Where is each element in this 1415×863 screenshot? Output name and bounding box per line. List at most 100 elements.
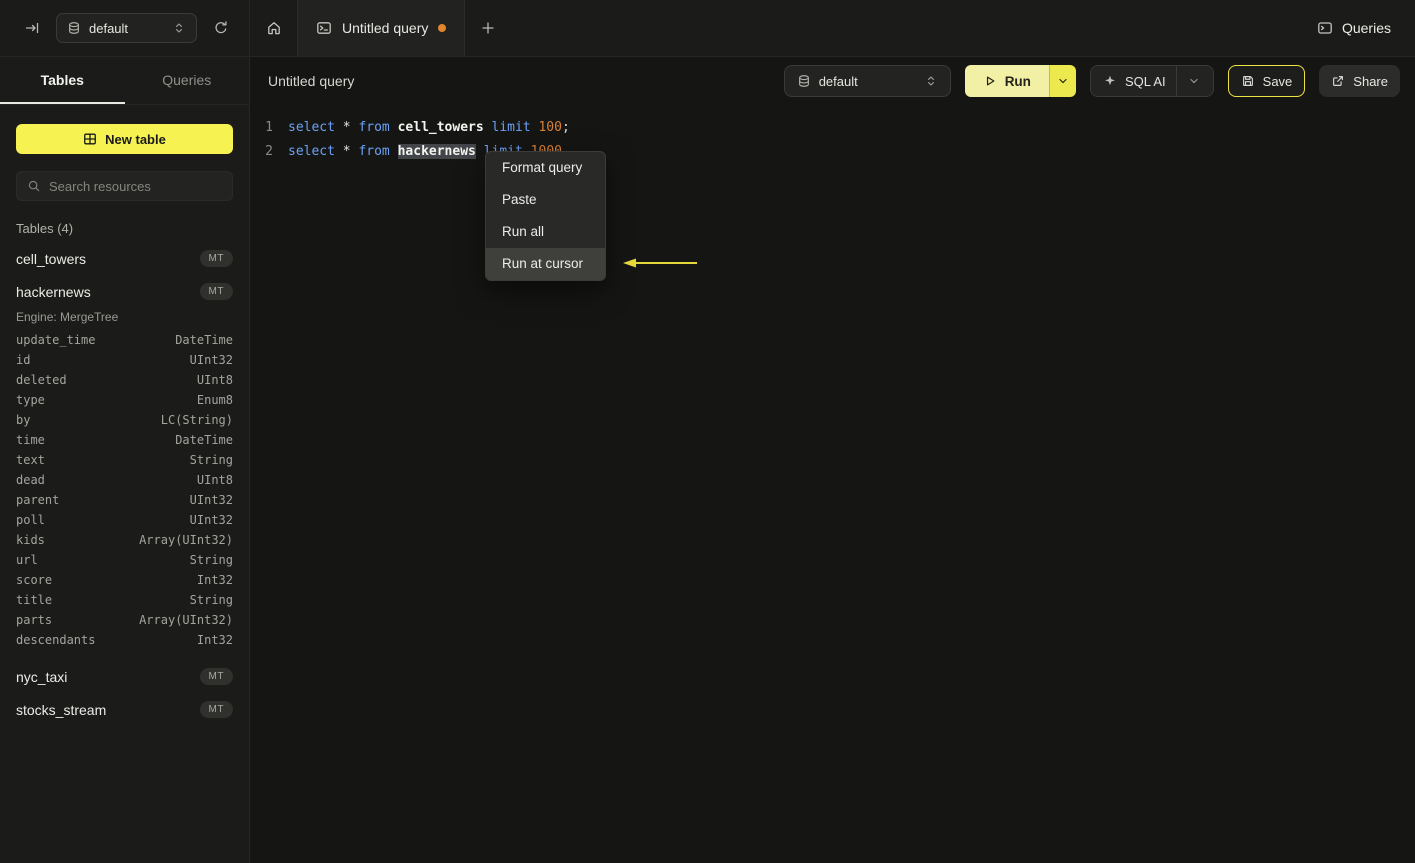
save-button-label: Save	[1262, 73, 1293, 89]
menu-item-format-query[interactable]: Format query	[486, 152, 605, 184]
column-row: by LC(String)	[16, 410, 233, 430]
menu-item-paste[interactable]: Paste	[486, 184, 605, 216]
unsaved-changes-dot	[438, 24, 447, 32]
tables-section-title: Tables (4)	[16, 221, 74, 236]
column-row: parent UInt32	[16, 490, 233, 510]
toolbar-database-selector[interactable]: default	[783, 65, 951, 97]
tab-label: Untitled query	[342, 20, 429, 36]
context-menu: Format query Paste Run all Run at cursor	[485, 151, 606, 281]
save-button[interactable]: Save	[1227, 65, 1306, 97]
column-name: parent	[16, 493, 60, 507]
sidebar-tabs: Tables Queries	[0, 57, 249, 105]
home-button[interactable]	[260, 14, 288, 42]
refresh-button[interactable]	[207, 14, 235, 42]
code-token: *	[342, 120, 351, 135]
column-type: Int32	[196, 633, 233, 647]
column-type: LC(String)	[160, 413, 233, 427]
column-row: parts Array(UInt32)	[16, 610, 233, 630]
save-icon	[1241, 74, 1255, 88]
queries-icon	[1317, 20, 1333, 36]
button-divider	[1175, 66, 1177, 96]
run-button-label: Run	[1004, 73, 1031, 89]
main-panel: Untitled query default Run SQL AI Save S…	[250, 57, 1415, 863]
menu-item-run-at-cursor[interactable]: Run at cursor	[486, 248, 605, 280]
queries-button-label: Queries	[1341, 20, 1391, 36]
sparkle-icon	[1103, 74, 1117, 88]
column-row: time DateTime	[16, 430, 233, 450]
code-token: select	[288, 144, 335, 159]
editor-line[interactable]: 2 select * from hackernews limit 1000	[250, 140, 1415, 164]
code-token: hackernews	[397, 144, 476, 159]
queries-button[interactable]: Queries	[1293, 0, 1415, 56]
line-number: 2	[265, 144, 273, 159]
sidebar-tab-tables[interactable]: Tables	[0, 57, 125, 104]
database-icon	[797, 74, 811, 88]
share-button[interactable]: Share	[1319, 65, 1400, 97]
column-type: DateTime	[175, 333, 233, 347]
column-type: DateTime	[175, 433, 233, 447]
table-row-cell_towers[interactable]: cell_towers MT	[0, 242, 249, 275]
new-table-button[interactable]: New table	[16, 124, 233, 154]
editor-line[interactable]: 1 select * from cell_towers limit 100;	[250, 116, 1415, 140]
topbar: default Untitled query Queries	[0, 0, 1415, 57]
code-token: cell_towers	[397, 120, 484, 135]
column-name: type	[16, 393, 45, 407]
column-row: title String	[16, 590, 233, 610]
column-type: Array(UInt32)	[139, 533, 233, 547]
table-row-hackernews[interactable]: hackernews MT	[0, 275, 249, 308]
tab-untitled-query[interactable]: Untitled query	[297, 0, 466, 56]
menu-item-run-all[interactable]: Run all	[486, 216, 605, 248]
new-tab-button[interactable]	[474, 14, 502, 42]
table-row-nyc_taxi[interactable]: nyc_taxi MT	[0, 660, 249, 693]
column-row: deleted UInt8	[16, 370, 233, 390]
sql-editor[interactable]: 1 select * from cell_towers limit 100; 2…	[250, 105, 1415, 164]
chevron-down-icon	[1187, 74, 1201, 88]
engine-label: Engine: MergeTree	[16, 310, 119, 324]
run-button[interactable]: Run	[964, 65, 1049, 97]
query-tab-icon	[316, 20, 332, 36]
collapse-sidebar-button[interactable]	[18, 14, 46, 42]
page-title: Untitled query	[268, 73, 355, 89]
chevron-updown-icon	[172, 21, 186, 35]
table-badge: MT	[199, 250, 233, 267]
column-row: descendants Int32	[16, 630, 233, 650]
code-token: ;	[561, 120, 570, 135]
column-name: time	[16, 433, 45, 447]
refresh-icon	[213, 20, 229, 36]
topbar-database-selector[interactable]: default	[56, 13, 197, 43]
search-resources-input[interactable]	[49, 178, 225, 194]
code-line: select * from cell_towers limit 100;	[288, 116, 570, 140]
code-token: from	[358, 120, 390, 135]
search-icon	[27, 179, 41, 193]
table-badge: MT	[199, 283, 233, 300]
column-name: kids	[16, 533, 45, 547]
column-type: UInt8	[196, 373, 233, 387]
column-type: Int32	[196, 573, 233, 587]
share-icon	[1331, 74, 1345, 88]
table-name: nyc_taxi	[16, 668, 68, 685]
column-name: parts	[16, 613, 53, 627]
code-token: 100	[538, 120, 562, 135]
app-body: TablesQueries New table Tables (4) cell_…	[0, 57, 1415, 863]
column-name: title	[16, 593, 53, 607]
column-type: UInt32	[189, 353, 233, 367]
sql-ai-button[interactable]: SQL AI	[1089, 65, 1214, 97]
code-token: from	[358, 144, 390, 159]
column-type: Enum8	[196, 393, 233, 407]
annotation-arrow	[621, 254, 701, 272]
line-number: 1	[265, 120, 273, 135]
table-row-stocks_stream[interactable]: stocks_stream MT	[0, 693, 249, 726]
column-row: url String	[16, 550, 233, 570]
run-options-button[interactable]	[1048, 65, 1076, 97]
column-name: update_time	[16, 333, 96, 347]
column-row: score Int32	[16, 570, 233, 590]
sidebar-tab-queries[interactable]: Queries	[125, 57, 250, 104]
toolbar-database-value: default	[818, 73, 858, 89]
collapse-sidebar-icon	[24, 20, 40, 36]
chevron-down-icon	[1056, 74, 1070, 88]
tables-list: cell_towers MT hackernews MT Engine: Mer…	[0, 242, 249, 726]
